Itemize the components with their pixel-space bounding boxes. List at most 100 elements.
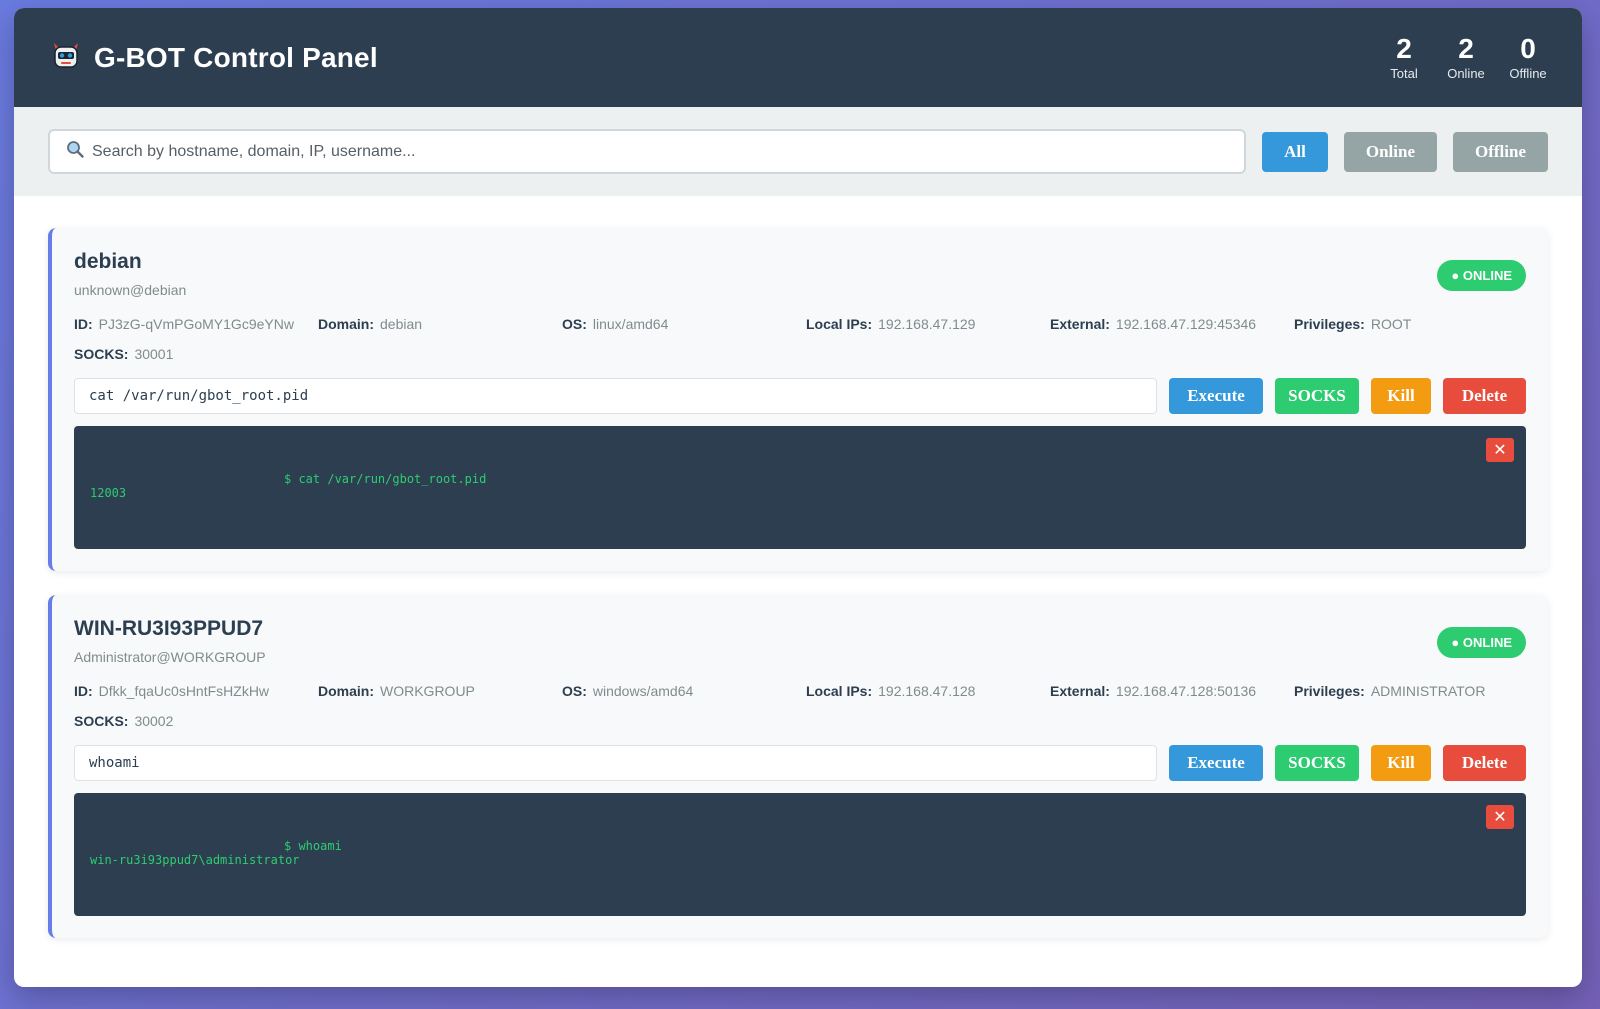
bot-hostname: debian: [74, 250, 142, 273]
info-id-label: ID:: [74, 683, 93, 699]
bot-user: unknown@debian: [74, 282, 187, 298]
info-socks-value: 30001: [134, 346, 174, 362]
status-badge: ● ONLINE: [1437, 627, 1526, 658]
filter-all-button[interactable]: All: [1262, 131, 1328, 172]
bot-card-header: debian unknown@debian ● ONLINE: [74, 248, 1526, 298]
bot-card: debian unknown@debian ● ONLINE ID: PJ3zG-…: [48, 228, 1548, 571]
stat-total-label: Total: [1390, 66, 1418, 81]
info-local-ips: Local IPs: 192.168.47.129: [806, 316, 1050, 332]
search-box: [48, 129, 1247, 174]
info-privileges: Privileges: ADMINISTRATOR: [1294, 683, 1538, 699]
output-command: $ whoami: [284, 839, 342, 853]
info-os-value: linux/amd64: [592, 316, 669, 332]
info-socks-label: SOCKS:: [74, 346, 129, 362]
close-icon: ✕: [1493, 442, 1507, 459]
socks-button[interactable]: SOCKS: [1275, 745, 1359, 781]
delete-button[interactable]: Delete: [1443, 378, 1526, 414]
header: G-BOT Control Panel 2 Total 2 Online 0 O…: [14, 8, 1582, 107]
info-local-ips-value: 192.168.47.128: [878, 683, 976, 699]
stat-offline-value: 0: [1520, 33, 1536, 64]
app-window: G-BOT Control Panel 2 Total 2 Online 0 O…: [14, 8, 1582, 987]
info-domain-value: WORKGROUP: [380, 683, 475, 699]
info-external-label: External:: [1050, 316, 1110, 332]
info-privileges-label: Privileges:: [1294, 316, 1365, 332]
command-output: ✕ $ cat /var/run/gbot_root.pid 12003: [74, 426, 1526, 549]
command-output: ✕ $ whoami win-ru3i93ppud7\administrator: [74, 793, 1526, 916]
info-external-value: 192.168.47.128:50136: [1115, 683, 1257, 699]
bot-card-header: WIN-RU3I93PPUD7 Administrator@WORKGROUP …: [74, 615, 1526, 665]
command-row: Execute SOCKS Kill Delete: [74, 745, 1526, 781]
delete-button[interactable]: Delete: [1443, 745, 1526, 781]
output-result: 12003: [90, 486, 127, 500]
info-external: External: 192.168.47.128:50136: [1050, 683, 1294, 699]
info-external: External: 192.168.47.129:45346: [1050, 316, 1294, 332]
info-os-value: windows/amd64: [592, 683, 694, 699]
search-icon: [66, 140, 84, 163]
info-socks: SOCKS: 30002: [74, 713, 318, 729]
info-external-label: External:: [1050, 683, 1110, 699]
page-title: G-BOT Control Panel: [94, 41, 378, 73]
stat-total-value: 2: [1396, 33, 1412, 64]
info-id-value: Dfkk_fqaUc0sHntFsHZkHw: [98, 683, 270, 699]
stat-online-value: 2: [1458, 33, 1474, 64]
output-result: win-ru3i93ppud7\administrator: [90, 853, 300, 867]
search-input[interactable]: [92, 142, 1229, 161]
info-domain-label: Domain:: [318, 683, 374, 699]
info-domain: Domain: WORKGROUP: [318, 683, 562, 699]
info-privileges-label: Privileges:: [1294, 683, 1365, 699]
execute-button[interactable]: Execute: [1169, 378, 1263, 414]
info-privileges-value: ROOT: [1370, 316, 1412, 332]
info-os-label: OS:: [562, 316, 587, 332]
close-icon: ✕: [1493, 809, 1507, 826]
close-output-button[interactable]: ✕: [1486, 438, 1514, 462]
filter-offline-button[interactable]: Offline: [1453, 131, 1548, 172]
info-external-value: 192.168.47.129:45346: [1115, 316, 1257, 332]
status-badge: ● ONLINE: [1437, 260, 1526, 291]
stat-offline-label: Offline: [1509, 66, 1547, 81]
socks-button[interactable]: SOCKS: [1275, 378, 1359, 414]
command-row: Execute SOCKS Kill Delete: [74, 378, 1526, 414]
info-domain-value: debian: [380, 316, 423, 332]
command-input[interactable]: [74, 745, 1157, 781]
bot-list: debian unknown@debian ● ONLINE ID: PJ3zG-…: [14, 196, 1582, 938]
info-os-label: OS:: [562, 683, 587, 699]
bot-identity: debian unknown@debian: [74, 248, 186, 298]
info-os: OS: linux/amd64: [562, 316, 806, 332]
filter-online-button[interactable]: Online: [1343, 131, 1437, 172]
info-local-ips-label: Local IPs:: [806, 683, 873, 699]
info-id-value: PJ3zG-qVmPGoMY1Gc9eYNw: [98, 316, 294, 332]
info-id-label: ID:: [74, 316, 93, 332]
info-id: ID: Dfkk_fqaUc0sHntFsHZkHw: [74, 683, 318, 699]
close-output-button[interactable]: ✕: [1486, 805, 1514, 829]
bot-card: WIN-RU3I93PPUD7 Administrator@WORKGROUP …: [48, 595, 1548, 938]
info-id: ID: PJ3zG-qVmPGoMY1Gc9eYNw: [74, 316, 318, 332]
info-local-ips: Local IPs: 192.168.47.128: [806, 683, 1050, 699]
bot-identity: WIN-RU3I93PPUD7 Administrator@WORKGROUP: [74, 615, 266, 665]
bot-info: ID: PJ3zG-qVmPGoMY1Gc9eYNw Domain: debian …: [74, 316, 1526, 362]
stat-online: 2 Online: [1446, 33, 1486, 82]
brand: G-BOT Control Panel: [50, 39, 378, 76]
bot-hostname: WIN-RU3I93PPUD7: [74, 617, 264, 640]
kill-button[interactable]: Kill: [1371, 745, 1431, 781]
info-socks-value: 30002: [134, 713, 174, 729]
info-privileges: Privileges: ROOT: [1294, 316, 1538, 332]
kill-button[interactable]: Kill: [1371, 378, 1431, 414]
robot-icon: [50, 39, 82, 76]
execute-button[interactable]: Execute: [1169, 745, 1263, 781]
stat-online-label: Online: [1447, 66, 1485, 81]
command-input[interactable]: [74, 378, 1157, 414]
info-os: OS: windows/amd64: [562, 683, 806, 699]
info-domain: Domain: debian: [318, 316, 562, 332]
toolbar: All Online Offline: [14, 107, 1582, 196]
output-command: $ cat /var/run/gbot_root.pid: [284, 472, 487, 486]
bot-info: ID: Dfkk_fqaUc0sHntFsHZkHw Domain: WORKGRO…: [74, 683, 1526, 729]
bot-user: Administrator@WORKGROUP: [74, 649, 266, 665]
info-socks: SOCKS: 30001: [74, 346, 318, 362]
info-privileges-value: ADMINISTRATOR: [1370, 683, 1486, 699]
stats: 2 Total 2 Online 0 Offline: [1384, 33, 1548, 82]
stat-total: 2 Total: [1384, 33, 1424, 82]
info-socks-label: SOCKS:: [74, 713, 129, 729]
stat-offline: 0 Offline: [1508, 33, 1548, 82]
info-local-ips-label: Local IPs:: [806, 316, 873, 332]
info-domain-label: Domain:: [318, 316, 374, 332]
